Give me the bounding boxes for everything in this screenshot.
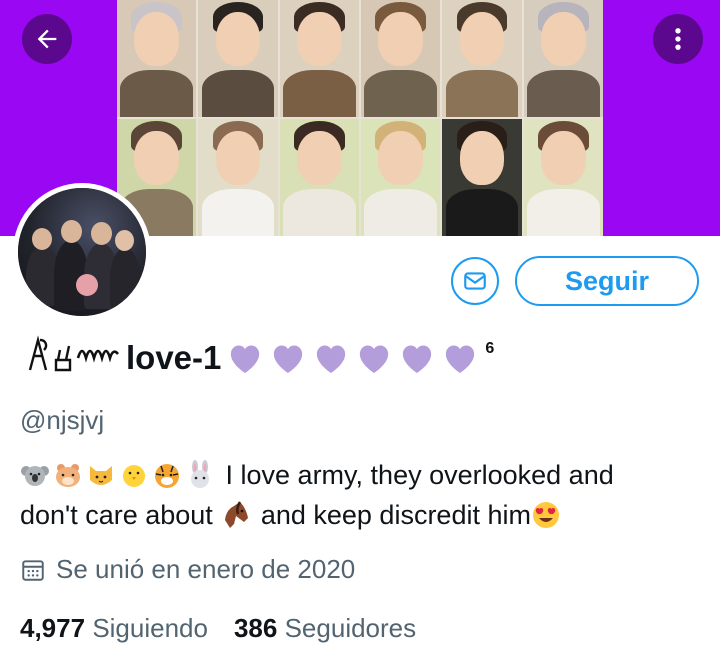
purple-heart-icon bbox=[231, 345, 260, 373]
avatar-figure bbox=[91, 222, 112, 245]
banner-photo bbox=[523, 119, 603, 236]
banner-photo bbox=[279, 0, 359, 117]
banner-photo bbox=[279, 119, 359, 236]
more-vertical-icon bbox=[675, 28, 681, 50]
purple-heart-icon bbox=[317, 345, 346, 373]
avatar-figure bbox=[61, 220, 82, 243]
purple-hearts bbox=[225, 338, 483, 378]
avatar-figure bbox=[115, 230, 134, 251]
bio-line: don't care about and keep discredit him bbox=[20, 495, 700, 535]
arrow-left-icon bbox=[37, 29, 57, 49]
purple-heart-icon bbox=[403, 345, 432, 373]
decorative-glyph-icon bbox=[28, 334, 119, 371]
purple-heart-icon bbox=[274, 345, 303, 373]
more-options-button[interactable] bbox=[653, 14, 703, 64]
follow-stats: 4,977 Siguiendo 386 Seguidores bbox=[20, 613, 442, 644]
name-decoration-glyphs bbox=[20, 334, 124, 383]
banner-photo bbox=[523, 0, 603, 117]
bio-text: I love army, they overlooked and bbox=[225, 460, 614, 490]
display-name: love-1 6 bbox=[20, 332, 494, 384]
avatar[interactable] bbox=[13, 183, 151, 321]
profile-bio: I love army, they overlooked and don't c… bbox=[20, 455, 700, 535]
hamster-emoji-icon bbox=[56, 464, 80, 487]
envelope-icon bbox=[464, 272, 486, 290]
bio-text: and keep discredit him bbox=[260, 500, 531, 530]
followers-link[interactable]: 386 Seguidores bbox=[234, 613, 416, 644]
tiger-emoji-icon bbox=[155, 464, 179, 488]
banner-photo bbox=[361, 0, 441, 117]
koala-emoji-icon bbox=[21, 466, 49, 486]
cat-emoji-icon bbox=[90, 466, 112, 485]
avatar-figure bbox=[110, 248, 140, 308]
banner-photo bbox=[442, 0, 522, 117]
following-count: 4,977 bbox=[20, 613, 86, 643]
followers-count: 386 bbox=[233, 613, 278, 643]
bio-text: don't care about bbox=[20, 500, 213, 530]
following-label: Siguiendo bbox=[92, 613, 208, 643]
joined-date: Se unió en enero de 2020 bbox=[20, 554, 355, 585]
user-handle: @njsjvj bbox=[20, 405, 105, 435]
avatar-figure bbox=[76, 274, 98, 296]
banner-photo bbox=[198, 0, 278, 117]
purple-heart-icon bbox=[360, 345, 389, 373]
avatar-figure bbox=[32, 228, 52, 250]
chick-emoji-icon bbox=[123, 465, 145, 487]
banner-photo bbox=[198, 119, 278, 236]
banner-photo bbox=[442, 119, 522, 236]
back-button[interactable] bbox=[22, 14, 72, 64]
bio-line: I love army, they overlooked and bbox=[20, 455, 700, 495]
banner-photo bbox=[361, 119, 441, 236]
banner-photo bbox=[117, 0, 197, 117]
following-link[interactable]: 4,977 Siguiendo bbox=[20, 613, 208, 644]
heart-eyes-emoji-icon bbox=[532, 502, 559, 528]
calendar-icon bbox=[22, 559, 44, 581]
follow-button[interactable]: Seguir bbox=[515, 256, 699, 306]
banner-photo-collage bbox=[117, 0, 603, 236]
joined-text: Se unió en enero de 2020 bbox=[56, 554, 356, 584]
name-superscript: 6 bbox=[485, 340, 495, 357]
followers-label: Seguidores bbox=[284, 613, 417, 643]
purple-heart-icon bbox=[446, 345, 475, 373]
message-button[interactable] bbox=[451, 257, 499, 305]
display-name-text: love-1 bbox=[126, 339, 222, 376]
rabbit-emoji-icon bbox=[191, 460, 209, 488]
horse-face-emoji-icon bbox=[225, 501, 249, 528]
